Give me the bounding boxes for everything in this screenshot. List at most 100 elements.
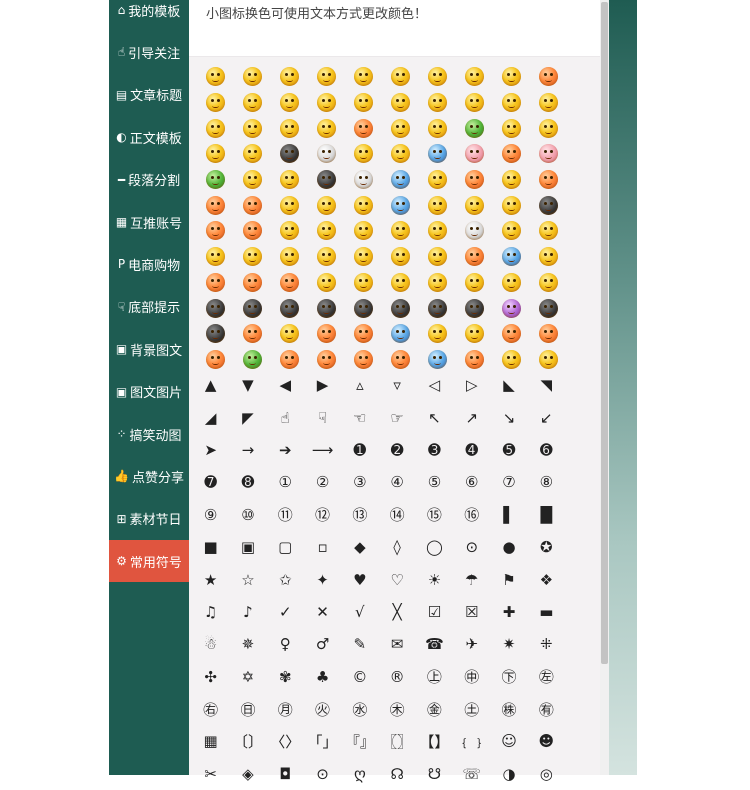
- emoji-cell[interactable]: [345, 270, 382, 296]
- symbol-cell[interactable]: ↘: [490, 401, 527, 433]
- symbol-cell[interactable]: ✈: [453, 628, 490, 660]
- emoji-cell[interactable]: [197, 295, 234, 321]
- symbol-cell[interactable]: ⊙: [453, 531, 490, 563]
- emoji-cell[interactable]: [197, 141, 234, 167]
- symbol-cell[interactable]: ♫: [192, 596, 229, 628]
- symbol-cell[interactable]: ⑬: [341, 499, 378, 531]
- symbol-cell[interactable]: ㊒: [528, 693, 565, 725]
- scrollbar-thumb[interactable]: [601, 2, 608, 664]
- emoji-cell[interactable]: [308, 115, 345, 141]
- symbol-cell[interactable]: ✩: [267, 563, 304, 595]
- symbol-cell[interactable]: ◘: [267, 758, 304, 790]
- symbol-cell[interactable]: ﹛﹜: [453, 725, 490, 757]
- symbol-cell[interactable]: ✣: [192, 661, 229, 693]
- symbol-cell[interactable]: ⑯: [453, 499, 490, 531]
- symbol-cell[interactable]: ㊊: [267, 693, 304, 725]
- symbol-cell[interactable]: ➊: [341, 434, 378, 466]
- symbol-cell[interactable]: ▿: [378, 369, 415, 401]
- emoji-cell[interactable]: [271, 90, 308, 116]
- symbol-cell[interactable]: ㊥: [453, 661, 490, 693]
- emoji-cell[interactable]: [197, 192, 234, 218]
- emoji-cell[interactable]: [419, 270, 456, 296]
- symbol-cell[interactable]: ▵: [341, 369, 378, 401]
- emoji-cell[interactable]: [234, 244, 271, 270]
- symbol-cell[interactable]: ✦: [304, 563, 341, 595]
- symbol-cell[interactable]: ④: [378, 466, 415, 498]
- symbol-cell[interactable]: ㊐: [229, 693, 266, 725]
- symbol-cell[interactable]: ㊧: [528, 661, 565, 693]
- symbol-cell[interactable]: ★: [192, 563, 229, 595]
- emoji-cell[interactable]: [382, 90, 419, 116]
- symbol-cell[interactable]: ㊎: [416, 693, 453, 725]
- symbol-cell[interactable]: ➎: [490, 434, 527, 466]
- symbol-cell[interactable]: ☏: [453, 758, 490, 790]
- symbol-cell[interactable]: ◥: [528, 369, 565, 401]
- emoji-cell[interactable]: [493, 115, 530, 141]
- symbol-cell[interactable]: ✕: [304, 596, 341, 628]
- symbol-cell[interactable]: ✵: [229, 628, 266, 660]
- symbol-cell[interactable]: ▣: [229, 531, 266, 563]
- emoji-cell[interactable]: [530, 90, 567, 116]
- emoji-cell[interactable]: [271, 295, 308, 321]
- emoji-cell[interactable]: [493, 90, 530, 116]
- symbol-cell[interactable]: ◆: [341, 531, 378, 563]
- symbol-cell[interactable]: ❖: [528, 563, 565, 595]
- emoji-cell[interactable]: [456, 244, 493, 270]
- sidebar-item-6[interactable]: P 电商购物: [109, 243, 189, 285]
- emoji-cell[interactable]: [382, 270, 419, 296]
- emoji-cell[interactable]: [382, 192, 419, 218]
- emoji-cell[interactable]: [382, 321, 419, 347]
- emoji-cell[interactable]: [197, 115, 234, 141]
- emoji-cell[interactable]: [382, 244, 419, 270]
- panel-scrollbar[interactable]: [600, 0, 609, 775]
- emoji-cell[interactable]: [530, 64, 567, 90]
- symbol-cell[interactable]: ♣: [304, 661, 341, 693]
- sidebar-item-7[interactable]: ☟ 底部提示: [109, 286, 189, 328]
- symbol-cell[interactable]: ②: [304, 466, 341, 498]
- emoji-cell[interactable]: [419, 321, 456, 347]
- symbol-cell[interactable]: ⑩: [229, 499, 266, 531]
- emoji-cell[interactable]: [456, 115, 493, 141]
- symbol-cell[interactable]: ♡: [378, 563, 415, 595]
- symbol-cell[interactable]: ➔: [267, 434, 304, 466]
- emoji-cell[interactable]: [197, 64, 234, 90]
- emoji-cell[interactable]: [382, 218, 419, 244]
- symbol-cell[interactable]: ▫: [304, 531, 341, 563]
- sidebar-item-3[interactable]: ◐ 正文模板: [109, 116, 189, 158]
- emoji-cell[interactable]: [530, 295, 567, 321]
- symbol-cell[interactable]: ㊍: [378, 693, 415, 725]
- symbol-cell[interactable]: ◀: [267, 369, 304, 401]
- emoji-cell[interactable]: [382, 115, 419, 141]
- symbol-cell[interactable]: ➍: [453, 434, 490, 466]
- symbol-cell[interactable]: ⑦: [490, 466, 527, 498]
- emoji-cell[interactable]: [234, 64, 271, 90]
- emoji-cell[interactable]: [308, 90, 345, 116]
- emoji-cell[interactable]: [456, 192, 493, 218]
- symbol-cell[interactable]: ⚑: [490, 563, 527, 595]
- emoji-cell[interactable]: [530, 141, 567, 167]
- emoji-cell[interactable]: [493, 270, 530, 296]
- symbol-cell[interactable]: ✚: [490, 596, 527, 628]
- emoji-cell[interactable]: [419, 244, 456, 270]
- symbol-cell[interactable]: ➐: [192, 466, 229, 498]
- symbol-cell[interactable]: ➋: [378, 434, 415, 466]
- emoji-cell[interactable]: [234, 270, 271, 296]
- emoji-cell[interactable]: [456, 167, 493, 193]
- symbol-cell[interactable]: ◑: [490, 758, 527, 790]
- symbol-cell[interactable]: ◤: [229, 401, 266, 433]
- emoji-cell[interactable]: [456, 321, 493, 347]
- emoji-cell[interactable]: [234, 90, 271, 116]
- emoji-cell[interactable]: [345, 218, 382, 244]
- emoji-cell[interactable]: [493, 64, 530, 90]
- symbol-cell[interactable]: 〔〕: [229, 725, 266, 757]
- symbol-cell[interactable]: ✷: [490, 628, 527, 660]
- symbol-cell[interactable]: ☒: [453, 596, 490, 628]
- emoji-cell[interactable]: [271, 141, 308, 167]
- emoji-cell[interactable]: [308, 64, 345, 90]
- emoji-cell[interactable]: [345, 141, 382, 167]
- symbol-cell[interactable]: ღ: [341, 758, 378, 790]
- emoji-cell[interactable]: [197, 167, 234, 193]
- emoji-cell[interactable]: [234, 321, 271, 347]
- emoji-cell[interactable]: [271, 64, 308, 90]
- symbol-cell[interactable]: ◯: [416, 531, 453, 563]
